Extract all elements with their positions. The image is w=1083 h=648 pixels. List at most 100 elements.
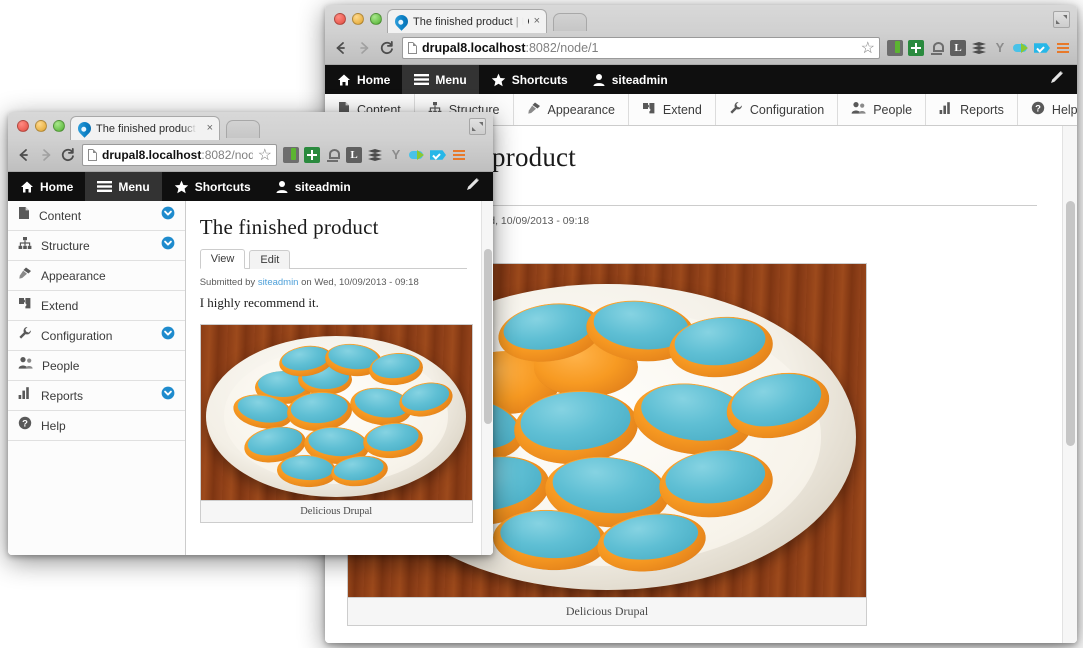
bookmark-star-icon[interactable]: ☆ bbox=[258, 145, 272, 165]
sidebar-item-configuration[interactable]: Configuration bbox=[8, 321, 185, 351]
screenshot-stage: The finished product | Dru × drupal8.loc… bbox=[0, 0, 1083, 648]
page-scrollbar-front[interactable] bbox=[481, 201, 493, 555]
window-controls-back[interactable] bbox=[334, 13, 382, 25]
close-window-button[interactable] bbox=[334, 13, 346, 25]
node-image-figure: Delicious Drupal bbox=[199, 324, 473, 523]
page-scrollbar-back[interactable] bbox=[1062, 126, 1077, 643]
tab-view[interactable]: View bbox=[199, 249, 246, 269]
back-button[interactable] bbox=[16, 147, 32, 163]
tab-close-icon[interactable]: × bbox=[207, 123, 213, 134]
sidebar-item-label: Help bbox=[41, 418, 66, 433]
url-host: drupal8.localhost bbox=[102, 148, 202, 162]
layers-extension-icon[interactable] bbox=[367, 147, 383, 163]
scrollbar-thumb[interactable] bbox=[484, 249, 492, 424]
yslow-extension-icon[interactable]: Y bbox=[388, 147, 404, 163]
minimize-window-button[interactable] bbox=[35, 120, 47, 132]
browser-menu-icon[interactable] bbox=[451, 147, 467, 163]
toolbar-shortcuts-tab[interactable]: Shortcuts bbox=[479, 65, 580, 94]
page-info-icon bbox=[88, 149, 97, 161]
menu-item-label: Help bbox=[1051, 102, 1077, 117]
address-bar[interactable]: drupal8.localhost:8082/node/1 ☆ bbox=[402, 37, 880, 59]
add-extension-icon[interactable] bbox=[908, 40, 924, 56]
browser-tab[interactable]: The finished product | Dru × bbox=[387, 9, 547, 33]
chevron-down-icon[interactable] bbox=[161, 236, 175, 255]
toolbar-user-label: siteadmin bbox=[611, 72, 668, 87]
edit-mode-button[interactable] bbox=[1037, 65, 1077, 94]
browser-tab[interactable]: The finished product | Dru × bbox=[70, 116, 220, 140]
fullscreen-toggle-button[interactable] bbox=[469, 118, 486, 135]
forward-button[interactable] bbox=[356, 40, 372, 56]
document-icon bbox=[18, 206, 30, 225]
tab-edit[interactable]: Edit bbox=[249, 250, 291, 269]
evernote-extension-icon[interactable] bbox=[283, 147, 299, 163]
forward-button[interactable] bbox=[38, 147, 54, 163]
bar-chart-icon bbox=[939, 101, 953, 118]
evernote-extension-icon[interactable] bbox=[887, 40, 903, 56]
page-body-front: Content Structure Appearance Extend Conf… bbox=[8, 201, 493, 555]
drupal-sidebar-menu: Content Structure Appearance Extend Conf… bbox=[8, 201, 186, 555]
sidebar-item-people[interactable]: People bbox=[8, 351, 185, 381]
browser-window-front[interactable]: The finished product | Dru × bbox=[8, 112, 493, 555]
tab-close-icon[interactable]: × bbox=[534, 16, 540, 27]
drupal-favicon-icon bbox=[75, 119, 94, 138]
toolbar-user-tab[interactable]: siteadmin bbox=[263, 172, 363, 201]
node-tabs: View Edit bbox=[199, 248, 467, 269]
lastpass-extension-icon[interactable]: L bbox=[346, 147, 362, 163]
lamp-extension-icon[interactable] bbox=[929, 40, 945, 56]
yslow-extension-icon[interactable]: Y bbox=[992, 40, 1008, 56]
sidebar-item-appearance[interactable]: Appearance bbox=[8, 261, 185, 291]
bookmark-star-icon[interactable]: ☆ bbox=[861, 38, 875, 58]
fullscreen-toggle-button[interactable] bbox=[1053, 11, 1070, 28]
toolbar-user-tab[interactable]: siteadmin bbox=[580, 65, 680, 94]
sidebar-item-label: Reports bbox=[41, 388, 84, 403]
star-icon bbox=[174, 180, 189, 194]
sidebar-item-content[interactable]: Content bbox=[8, 201, 185, 231]
lastpass-extension-icon[interactable]: L bbox=[950, 40, 966, 56]
window-controls-front[interactable] bbox=[17, 120, 65, 132]
new-tab-button[interactable] bbox=[226, 120, 260, 138]
cloud-extension-icon[interactable] bbox=[1013, 40, 1029, 56]
sidebar-item-extend[interactable]: Extend bbox=[8, 291, 185, 321]
toolbar-shortcuts-tab[interactable]: Shortcuts bbox=[162, 172, 263, 201]
scrollbar-thumb[interactable] bbox=[1066, 201, 1075, 446]
edit-mode-button[interactable] bbox=[453, 172, 493, 201]
browser-menu-icon[interactable] bbox=[1055, 40, 1071, 56]
new-tab-button[interactable] bbox=[553, 13, 587, 31]
minimize-window-button[interactable] bbox=[352, 13, 364, 25]
sidebar-item-help[interactable]: ? Help bbox=[8, 411, 185, 441]
chevron-down-icon[interactable] bbox=[161, 386, 175, 405]
add-extension-icon[interactable] bbox=[304, 147, 320, 163]
chevron-down-icon[interactable] bbox=[161, 326, 175, 345]
toolbar-menu-tab[interactable]: Menu bbox=[85, 172, 162, 201]
sidebar-item-label: People bbox=[42, 358, 80, 373]
maximize-window-button[interactable] bbox=[53, 120, 65, 132]
toolbar-home-tab[interactable]: Home bbox=[325, 65, 402, 94]
toolbar-user-label: siteadmin bbox=[294, 179, 351, 194]
drupal-toolbar-front: Home Menu Shortcuts siteadmin bbox=[8, 172, 493, 201]
lamp-extension-icon[interactable] bbox=[325, 147, 341, 163]
menu-item-appearance[interactable]: Appearance bbox=[514, 94, 629, 125]
svg-text:?: ? bbox=[1035, 104, 1041, 115]
reload-button[interactable] bbox=[60, 147, 76, 163]
sidebar-item-structure[interactable]: Structure bbox=[8, 231, 185, 261]
menu-item-help[interactable]: ? Help bbox=[1018, 94, 1077, 125]
author-link[interactable]: siteadmin bbox=[258, 277, 299, 288]
menu-item-reports[interactable]: Reports bbox=[926, 94, 1018, 125]
tag-extension-icon[interactable] bbox=[1034, 43, 1050, 53]
toolbar-menu-tab[interactable]: Menu bbox=[402, 65, 479, 94]
address-bar[interactable]: drupal8.localhost:8082/node/1 ☆ bbox=[82, 144, 277, 166]
maximize-window-button[interactable] bbox=[370, 13, 382, 25]
toolbar-home-tab[interactable]: Home bbox=[8, 172, 85, 201]
back-button[interactable] bbox=[333, 40, 349, 56]
cloud-extension-icon[interactable] bbox=[409, 147, 425, 163]
chevron-down-icon[interactable] bbox=[161, 206, 175, 225]
sidebar-item-reports[interactable]: Reports bbox=[8, 381, 185, 411]
menu-item-extend[interactable]: Extend bbox=[629, 94, 716, 125]
close-window-button[interactable] bbox=[17, 120, 29, 132]
toolbar-menu-label: Menu bbox=[435, 72, 467, 87]
layers-extension-icon[interactable] bbox=[971, 40, 987, 56]
menu-item-configuration[interactable]: Configuration bbox=[716, 94, 839, 125]
menu-item-people[interactable]: People bbox=[838, 94, 927, 125]
tag-extension-icon[interactable] bbox=[430, 150, 446, 160]
reload-button[interactable] bbox=[379, 40, 395, 56]
